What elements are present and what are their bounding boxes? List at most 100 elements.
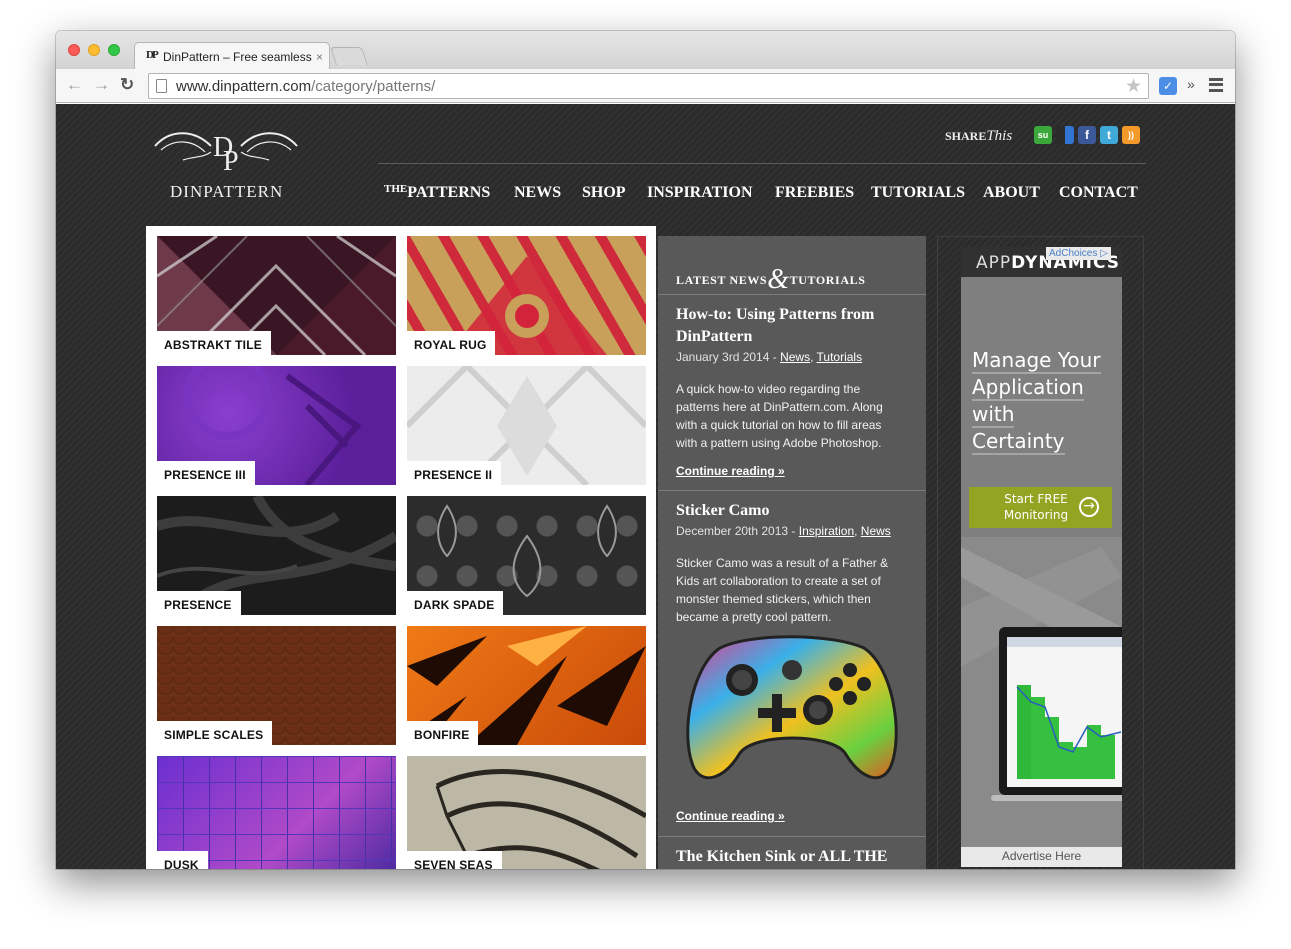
nav-patterns-label: PATTERNS (407, 184, 491, 201)
post-category-link[interactable]: Tutorials (817, 350, 863, 364)
page-icon (156, 79, 167, 93)
pattern-label: PRESENCE III (157, 461, 255, 485)
post-title[interactable]: The Kitchen Sink or ALL THE (676, 846, 916, 868)
close-window-button[interactable] (68, 44, 80, 56)
cta-label: Start FREE Monitoring (1003, 492, 1069, 522)
twitter-icon[interactable]: t (1100, 126, 1118, 144)
arrow-right-icon: → (1079, 497, 1099, 517)
pattern-label: DUSK (157, 851, 208, 869)
nav-about[interactable]: ABOUT (983, 184, 1040, 202)
post-category-link[interactable]: News (780, 350, 810, 364)
share-this-label: SHAREThis (945, 128, 1012, 145)
ad-headline-line: with (972, 402, 1015, 428)
post-category-link[interactable]: News (861, 524, 891, 538)
advertise-here-link[interactable]: Advertise Here (961, 847, 1122, 867)
pattern-tile[interactable]: SEVEN SEAS (407, 756, 646, 869)
new-tab-button[interactable] (330, 47, 368, 65)
extension-icon[interactable]: ✓ (1159, 77, 1177, 95)
bookmark-star-icon[interactable]: ★ (1125, 75, 1142, 98)
ad-banner[interactable]: APPDYNAMICS AdChoices ▷ Manage Your Appl… (961, 247, 1122, 867)
continue-reading-link[interactable]: Continue reading » (676, 809, 785, 823)
pattern-tile[interactable]: DARK SPADE (407, 496, 646, 615)
pattern-label: PRESENCE II (407, 461, 502, 485)
nav-contact[interactable]: CONTACT (1059, 184, 1138, 202)
ad-headline-line: Manage Your (972, 348, 1101, 374)
news-heading: LATEST NEWS&TUTORIALS (676, 260, 865, 295)
svg-text:P: P (223, 146, 239, 177)
pattern-grid: ABSTRAKT TILE ROYAL RUG PRESENCE III PRE… (146, 226, 656, 869)
favicon-icon: DP (146, 49, 159, 61)
browser-window: DP DinPattern – Free seamless × ← → ↻ ww… (56, 31, 1235, 869)
pattern-tile[interactable]: BONFIRE (407, 626, 646, 745)
minimize-window-button[interactable] (88, 44, 100, 56)
logo-mark-icon: D P (154, 132, 298, 177)
ad-headline-line: Certainty (972, 429, 1065, 455)
continue-reading-link[interactable]: Continue reading » (676, 464, 785, 478)
logo-text: DINPATTERN (170, 182, 284, 201)
rss-icon[interactable]: )) (1122, 126, 1140, 144)
post-date: January 3rd 2014 - (676, 350, 781, 364)
pattern-tile[interactable]: PRESENCE III (157, 366, 396, 485)
maximize-window-button[interactable] (108, 44, 120, 56)
nav-shop[interactable]: SHOP (582, 184, 626, 202)
pattern-label: DARK SPADE (407, 591, 504, 615)
url-path: /category/patterns/ (311, 78, 436, 95)
nav-news[interactable]: NEWS (514, 184, 561, 202)
tab-close-icon[interactable]: × (311, 50, 323, 64)
post-category-link[interactable]: Inspiration (799, 524, 854, 538)
ad-column: APPDYNAMICS AdChoices ▷ Manage Your Appl… (937, 236, 1144, 869)
pattern-tile[interactable]: PRESENCE (157, 496, 396, 615)
nav-patterns[interactable]: THEPATTERNS (384, 183, 491, 202)
ad-headline-line: Application (972, 375, 1084, 401)
url-text[interactable]: www.dinpattern.com/category/patterns/ (176, 78, 435, 95)
page-viewport: D P DINPATTERN SHAREThis su f t )) THEPA… (56, 104, 1235, 869)
facebook-icon[interactable]: f (1078, 126, 1096, 144)
back-icon[interactable]: ← (66, 75, 83, 95)
tab-strip: DP DinPattern – Free seamless × (56, 31, 1235, 70)
delicious-icon[interactable] (1056, 126, 1074, 144)
pattern-tile[interactable]: PRESENCE II (407, 366, 646, 485)
header-divider (378, 163, 1146, 164)
meta-separator: , (854, 524, 861, 538)
browser-menu-icon[interactable] (1209, 78, 1223, 92)
reload-icon[interactable]: ↻ (120, 75, 134, 95)
post-date: December 20th 2013 - (676, 524, 799, 538)
pattern-tile[interactable]: ABSTRAKT TILE (157, 236, 396, 355)
nav-inspiration[interactable]: INSPIRATION (647, 184, 753, 202)
pattern-tile[interactable]: ROYAL RUG (407, 236, 646, 355)
browser-tab[interactable]: DP DinPattern – Free seamless × (134, 42, 330, 70)
pattern-label: SIMPLE SCALES (157, 721, 273, 745)
post-title[interactable]: Sticker Camo (676, 500, 916, 522)
pattern-tile[interactable]: SIMPLE SCALES (157, 626, 396, 745)
stumbleupon-icon[interactable]: su (1034, 126, 1052, 144)
ad-headline: Manage Your Application with Certainty (972, 347, 1117, 455)
pattern-label: PRESENCE (157, 591, 241, 615)
pattern-label: ABSTRAKT TILE (157, 331, 271, 355)
post-title[interactable]: How-to: Using Patterns from DinPattern (676, 304, 916, 348)
post-meta: January 3rd 2014 - News, Tutorials (676, 350, 862, 364)
controller-image[interactable] (680, 628, 904, 788)
browser-toolbar: ← → ↻ www.dinpattern.com/category/patter… (56, 69, 1235, 103)
news-heading-amp: & (767, 264, 790, 295)
news-heading-left: LATEST NEWS (676, 273, 768, 287)
news-column: LATEST NEWS&TUTORIALS How-to: Using Patt… (658, 236, 926, 869)
share-script: This (986, 128, 1013, 144)
tab-title: DinPattern – Free seamless (163, 50, 312, 64)
address-bar[interactable]: www.dinpattern.com/category/patterns/ ★ (148, 73, 1149, 99)
nav-freebies[interactable]: FREEBIES (775, 184, 854, 202)
nav-patterns-prefix: THE (384, 183, 408, 195)
post-meta: December 20th 2013 - Inspiration, News (676, 524, 891, 538)
nav-tutorials[interactable]: TUTORIALS (871, 184, 965, 202)
news-divider (658, 490, 926, 491)
start-free-monitoring-button[interactable]: Start FREE Monitoring → (969, 487, 1112, 528)
ad-background-art (961, 537, 1122, 867)
news-divider (658, 836, 926, 837)
overflow-chevron-icon[interactable]: » (1187, 76, 1195, 92)
news-divider (658, 294, 926, 295)
post-excerpt: A quick how-to video regarding the patte… (676, 382, 883, 450)
pattern-tile[interactable]: DUSK (157, 756, 396, 869)
pattern-label: ROYAL RUG (407, 331, 496, 355)
site-logo[interactable]: D P DINPATTERN (150, 126, 300, 206)
post-excerpt: Sticker Camo was a result of a Father & … (676, 556, 889, 624)
forward-icon[interactable]: → (93, 75, 110, 95)
